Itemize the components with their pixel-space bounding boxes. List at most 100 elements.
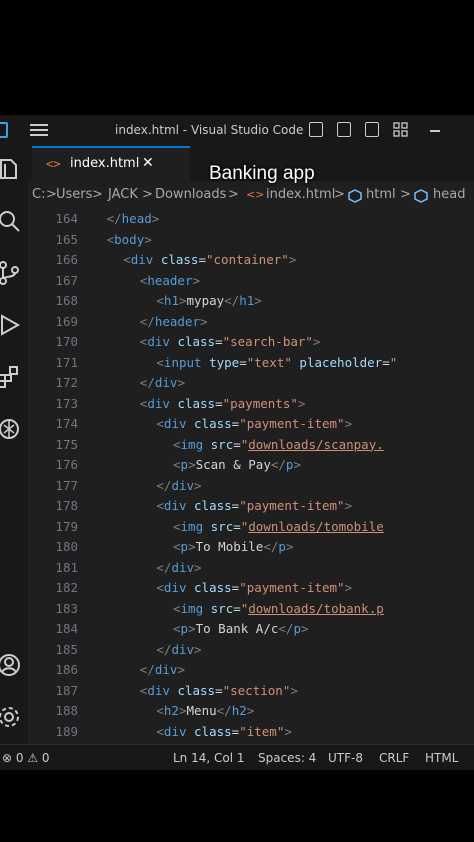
code-text: </head> bbox=[106, 211, 160, 226]
code-text: <input type="text" placeholder=" bbox=[156, 354, 398, 370]
toggle-panel-icon[interactable] bbox=[337, 122, 351, 137]
code-line[interactable]: 184 <p>To Bank A/c</p> bbox=[28, 619, 474, 639]
code-text: <p>To Bank A/c</p> bbox=[173, 621, 309, 636]
code-line[interactable]: 176 <p>Scan & Pay</p> bbox=[28, 455, 474, 475]
line-number: 184 bbox=[55, 621, 78, 636]
encoding-setting[interactable]: UTF-8 bbox=[328, 751, 363, 765]
line-ending-setting[interactable]: CRLF bbox=[379, 751, 409, 765]
video-caption-overlay: Banking app bbox=[209, 163, 315, 184]
html-file-icon: <> bbox=[46, 157, 61, 171]
openai-icon[interactable] bbox=[0, 416, 22, 442]
code-line[interactable]: 167 <header> bbox=[28, 271, 474, 291]
code-text: <div class="payments"> bbox=[139, 395, 306, 411]
indentation-setting[interactable]: Spaces: 4 bbox=[258, 751, 316, 765]
line-number: 181 bbox=[55, 559, 78, 575]
extensions-icon[interactable] bbox=[0, 364, 22, 390]
run-debug-icon[interactable] bbox=[0, 312, 22, 338]
breadcrumb-item-downloads[interactable]: Downloads bbox=[155, 187, 226, 202]
code-line[interactable]: 178 <div class="payment-item"> bbox=[28, 496, 474, 516]
line-number: 165 bbox=[55, 231, 78, 247]
line-number: 180 bbox=[55, 539, 78, 554]
code-line[interactable]: 188 <h2>Menu</h2> bbox=[28, 701, 474, 721]
code-line[interactable]: 174 <div class="payment-item"> bbox=[28, 414, 474, 434]
status-bar: ⊗ 0 ⚠ 0 Ln 14, Col 1 Spaces: 4 UTF-8 CRL… bbox=[0, 744, 474, 770]
breadcrumb-item-jack[interactable]: JACK bbox=[108, 187, 138, 202]
code-line[interactable]: 164 </head> bbox=[28, 209, 474, 229]
minimize-icon[interactable] bbox=[430, 130, 440, 132]
code-text: </header> bbox=[139, 313, 208, 329]
code-line[interactable]: 179 <img src="downloads/tomobile bbox=[28, 517, 474, 537]
line-number: 178 bbox=[55, 498, 78, 513]
code-text: <div class="container"> bbox=[123, 252, 297, 267]
line-number: 182 bbox=[55, 580, 78, 595]
line-number: 172 bbox=[55, 375, 78, 390]
source-control-icon[interactable] bbox=[0, 260, 22, 286]
line-number: 189 bbox=[55, 723, 78, 739]
code-line[interactable]: 172 </div> bbox=[28, 373, 474, 393]
code-line[interactable]: 177 </div> bbox=[28, 476, 474, 496]
vscode-logo-icon bbox=[0, 122, 8, 138]
code-text: <div class="search-bar"> bbox=[139, 334, 321, 349]
code-line[interactable]: 165 <body> bbox=[28, 230, 474, 250]
breadcrumb-separator: > bbox=[334, 187, 345, 202]
code-text: <h2>Menu</h2> bbox=[156, 703, 255, 718]
html-file-icon: <> bbox=[246, 188, 265, 201]
vscode-window: index.html - Visual Studio Code <> index… bbox=[0, 115, 474, 770]
breadcrumb-item-head[interactable]: head bbox=[433, 187, 465, 202]
element-cube-icon bbox=[414, 189, 428, 203]
line-number: 170 bbox=[55, 334, 78, 349]
breadcrumb-separator: > bbox=[228, 187, 239, 202]
line-number: 174 bbox=[55, 416, 78, 431]
code-line[interactable]: 180 <p>To Mobile</p> bbox=[28, 537, 474, 557]
tab-index-html[interactable]: <> index.html ✕ bbox=[32, 146, 190, 181]
code-editor[interactable]: 164 </head> 165 <body> 166 <div class="contai… bbox=[28, 207, 474, 744]
code-text: <div class="item"> bbox=[156, 723, 292, 739]
breadcrumb-item-drive[interactable]: C: bbox=[32, 187, 45, 202]
code-line[interactable]: 185 </div> bbox=[28, 640, 474, 660]
cursor-position[interactable]: Ln 14, Col 1 bbox=[173, 751, 245, 765]
breadcrumb-item-users[interactable]: Users bbox=[56, 187, 92, 202]
close-icon[interactable]: ✕ bbox=[142, 155, 154, 171]
breadcrumb-item-file[interactable]: index.html bbox=[266, 187, 335, 202]
code-text: <img src="downloads/tomobile bbox=[173, 518, 384, 534]
line-number: 185 bbox=[55, 641, 78, 657]
tab-label: index.html bbox=[70, 156, 140, 171]
breadcrumb-item-html[interactable]: html bbox=[366, 187, 396, 202]
line-number: 169 bbox=[55, 313, 78, 329]
line-number: 166 bbox=[55, 252, 78, 267]
code-text: <p>To Mobile</p> bbox=[173, 539, 294, 554]
code-line[interactable]: 171 <input type="text" placeholder=" bbox=[28, 353, 474, 373]
customize-layout-icon[interactable] bbox=[393, 122, 409, 138]
problems-indicator[interactable]: ⊗ 0 ⚠ 0 bbox=[2, 751, 50, 765]
language-mode[interactable]: HTML bbox=[425, 751, 458, 765]
code-line[interactable]: 186 </div> bbox=[28, 660, 474, 680]
code-line[interactable]: 187 <div class="section"> bbox=[28, 681, 474, 701]
title-bar: index.html - Visual Studio Code bbox=[0, 115, 474, 146]
toggle-primary-sidebar-icon[interactable] bbox=[309, 122, 323, 137]
code-line[interactable]: 166 <div class="container"> bbox=[28, 250, 474, 270]
code-text: <img src="downloads/tobank.p bbox=[173, 600, 384, 616]
code-line[interactable]: 181 </div> bbox=[28, 558, 474, 578]
menu-hamburger-icon[interactable] bbox=[30, 124, 48, 136]
element-cube-icon bbox=[348, 189, 362, 203]
line-number: 171 bbox=[55, 354, 78, 370]
code-line[interactable]: 170 <div class="search-bar"> bbox=[28, 332, 474, 352]
breadcrumb-separator: > bbox=[142, 187, 153, 202]
code-line[interactable]: 183 <img src="downloads/tobank.p bbox=[28, 599, 474, 619]
code-text: <div class="section"> bbox=[139, 682, 298, 698]
code-text: <img src="downloads/scanpay. bbox=[173, 436, 384, 452]
toggle-secondary-sidebar-icon[interactable] bbox=[365, 122, 379, 137]
code-line[interactable]: 173 <div class="payments"> bbox=[28, 394, 474, 414]
settings-gear-icon[interactable] bbox=[0, 704, 22, 730]
explorer-icon[interactable] bbox=[0, 156, 22, 182]
code-line[interactable]: 189 <div class="item"> bbox=[28, 722, 474, 742]
breadcrumb-separator: > bbox=[92, 187, 103, 202]
code-line[interactable]: 168 <h1>mypay</h1> bbox=[28, 291, 474, 311]
code-line[interactable]: 182 <div class="payment-item"> bbox=[28, 578, 474, 598]
code-line[interactable]: 169 </header> bbox=[28, 312, 474, 332]
account-icon[interactable] bbox=[0, 652, 22, 678]
line-number: 177 bbox=[55, 477, 78, 493]
line-number: 175 bbox=[55, 436, 78, 452]
search-icon[interactable] bbox=[0, 208, 22, 234]
code-line[interactable]: 175 <img src="downloads/scanpay. bbox=[28, 435, 474, 455]
